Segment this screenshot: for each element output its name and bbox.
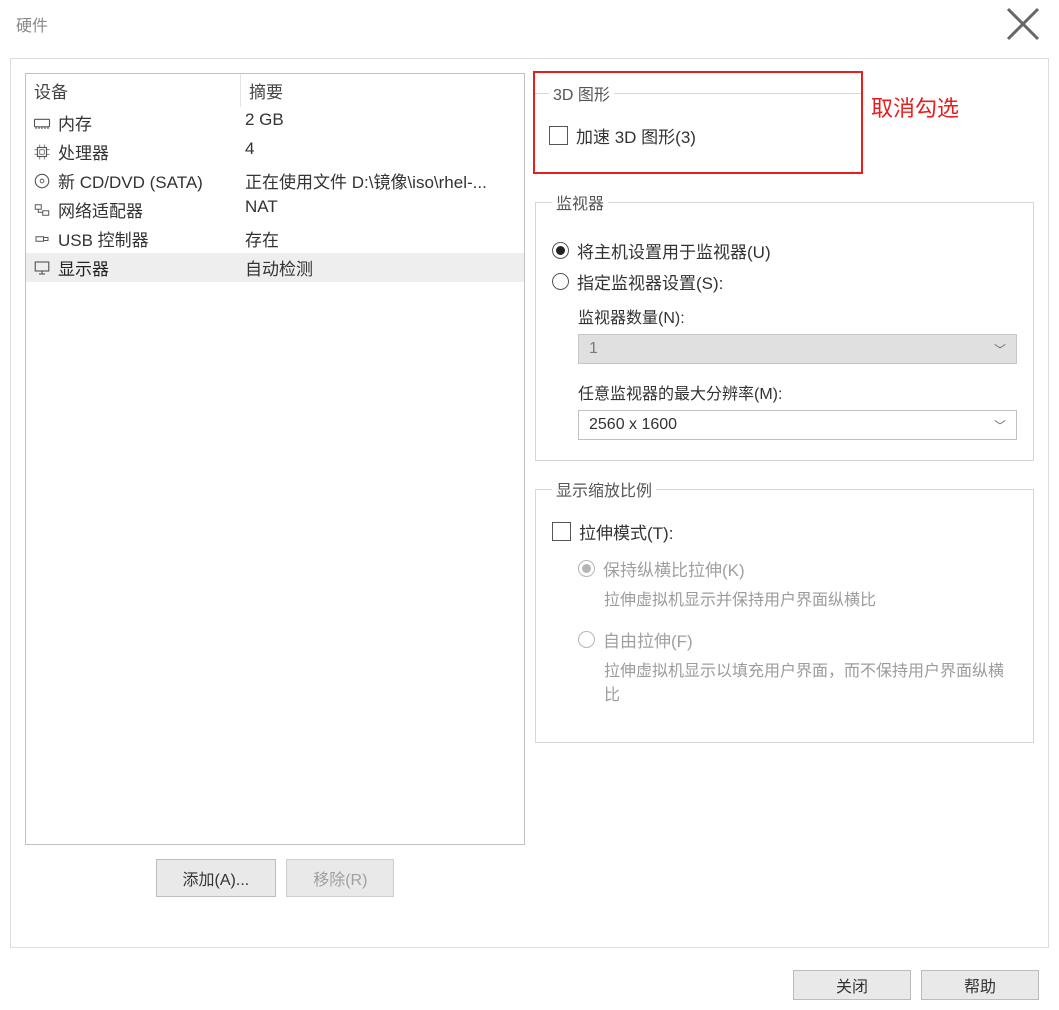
free-stretch-desc: 拉伸虚拟机显示以填充用户界面，而不保持用户界面纵横比 xyxy=(604,660,1017,708)
device-name: 处理器 xyxy=(58,139,109,164)
net-icon xyxy=(32,200,52,220)
device-name: 显示器 xyxy=(58,255,109,280)
device-name: 网络适配器 xyxy=(58,197,143,222)
device-summary: 自动检测 xyxy=(241,255,524,280)
legend-monitor: 监视器 xyxy=(552,190,608,214)
radio-specify[interactable] xyxy=(552,273,569,290)
device-summary: 2 GB xyxy=(241,110,524,135)
radio-use-host[interactable] xyxy=(552,242,569,259)
device-name: 新 CD/DVD (SATA) xyxy=(58,168,203,193)
max-resolution-label: 任意监视器的最大分辨率(M): xyxy=(578,380,1017,404)
device-summary: 存在 xyxy=(241,226,524,251)
monitor-count-select: 1 ﹀ xyxy=(578,334,1017,364)
max-resolution-value: 2560 x 1600 xyxy=(589,416,677,434)
table-row[interactable]: 网络适配器 NAT xyxy=(26,195,524,224)
device-summary: 4 xyxy=(241,139,524,164)
monitor-count-value: 1 xyxy=(589,340,598,358)
chevron-down-icon: ﹀ xyxy=(994,417,1006,434)
table-row[interactable]: 显示器 自动检测 xyxy=(26,253,524,282)
cd-icon xyxy=(32,171,52,191)
device-name: 内存 xyxy=(58,110,92,135)
radio-free-stretch-label: 自由拉伸(F) xyxy=(603,627,693,652)
remove-button: 移除(R) xyxy=(286,859,394,897)
monitor-count-label: 监视器数量(N): xyxy=(578,304,1017,328)
annotation-box: 3D 图形 加速 3D 图形(3) 取消勾选 xyxy=(533,71,863,174)
cpu-icon xyxy=(32,142,52,162)
window-title: 硬件 xyxy=(16,12,48,36)
header-summary: 摘要 xyxy=(241,74,524,107)
radio-free-stretch xyxy=(578,631,595,648)
stretch-mode-checkbox[interactable] xyxy=(552,522,571,541)
settings-panel: 3D 图形 加速 3D 图形(3) 取消勾选 监视器 将主机设置用于监视器(U)… xyxy=(535,73,1034,897)
hardware-list-panel: 设备 摘要 内存 2 GB 处理器 4 新 CD/DVD (SATA) 正在使用文件 D:… xyxy=(25,73,525,897)
table-row[interactable]: 新 CD/DVD (SATA) 正在使用文件 D:\镜像\iso\rhel-... xyxy=(26,166,524,195)
header-device: 设备 xyxy=(26,74,241,107)
legend-scaling: 显示缩放比例 xyxy=(552,477,656,501)
radio-keep-aspect-label: 保持纵横比拉伸(K) xyxy=(603,556,745,581)
group-3d-graphics: 3D 图形 加速 3D 图形(3) xyxy=(535,81,861,158)
annotation-text: 取消勾选 xyxy=(871,91,959,123)
close-button[interactable]: 关闭 xyxy=(793,970,911,1000)
titlebar: 硬件 xyxy=(0,0,1059,48)
device-name: USB 控制器 xyxy=(58,226,149,251)
keep-aspect-desc: 拉伸虚拟机显示并保持用户界面纵横比 xyxy=(604,589,1017,613)
device-table: 设备 摘要 内存 2 GB 处理器 4 新 CD/DVD (SATA) 正在使用文件 D:… xyxy=(25,73,525,845)
usb-icon xyxy=(32,229,52,249)
legend-3d: 3D 图形 xyxy=(549,81,614,105)
accelerate-3d-checkbox[interactable] xyxy=(549,126,568,145)
display-icon xyxy=(32,258,52,278)
max-resolution-select[interactable]: 2560 x 1600 ﹀ xyxy=(578,410,1017,440)
table-row[interactable]: 处理器 4 xyxy=(26,137,524,166)
radio-keep-aspect xyxy=(578,560,595,577)
table-header: 设备 摘要 xyxy=(26,74,524,108)
stretch-mode-label: 拉伸模式(T): xyxy=(579,519,673,544)
accelerate-3d-label: 加速 3D 图形(3) xyxy=(576,123,696,148)
help-button[interactable]: 帮助 xyxy=(921,970,1039,1000)
close-icon[interactable] xyxy=(1003,4,1043,44)
memory-icon xyxy=(32,113,52,133)
table-row[interactable]: USB 控制器 存在 xyxy=(26,224,524,253)
chevron-down-icon: ﹀ xyxy=(994,341,1006,358)
radio-use-host-label: 将主机设置用于监视器(U) xyxy=(577,238,771,263)
device-summary: 正在使用文件 D:\镜像\iso\rhel-... xyxy=(241,168,524,193)
group-monitor: 监视器 将主机设置用于监视器(U) 指定监视器设置(S): 监视器数量(N): … xyxy=(535,190,1034,461)
add-button[interactable]: 添加(A)... xyxy=(156,859,277,897)
radio-specify-label: 指定监视器设置(S): xyxy=(577,269,723,294)
group-display-scaling: 显示缩放比例 拉伸模式(T): 保持纵横比拉伸(K) 拉伸虚拟机显示并保持用户界… xyxy=(535,477,1034,743)
dialog-body: 设备 摘要 内存 2 GB 处理器 4 新 CD/DVD (SATA) 正在使用文件 D:… xyxy=(10,58,1049,948)
device-summary: NAT xyxy=(241,197,524,222)
table-row[interactable]: 内存 2 GB xyxy=(26,108,524,137)
